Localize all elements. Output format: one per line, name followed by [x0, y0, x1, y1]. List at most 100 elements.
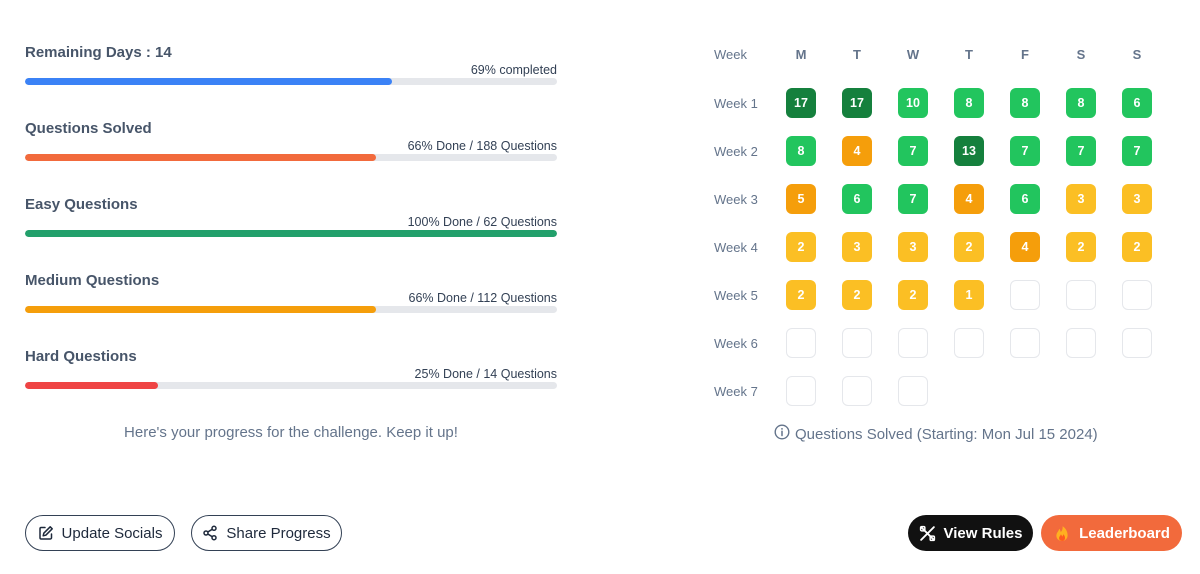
calendar-cell: 10 [898, 88, 928, 118]
calendar-cell: 8 [786, 136, 816, 166]
leaderboard-label: Leaderboard [1079, 524, 1170, 542]
calendar-cell: 8 [1010, 88, 1040, 118]
progress-title: Medium Questions [25, 272, 160, 289]
calendar-cell [1122, 280, 1152, 310]
update-socials-button[interactable]: Update Socials [25, 515, 175, 551]
calendar-caption: Questions Solved (Starting: Mon Jul 15 2… [774, 424, 1098, 444]
calendar-cell: 2 [1122, 232, 1152, 262]
calendar-cell: 5 [786, 184, 816, 214]
calendar-cell: 6 [1010, 184, 1040, 214]
progress-block: Remaining Days : 14 69% completed [25, 44, 557, 86]
progress-fill [25, 306, 377, 313]
progress-block: Hard Questions 25% Done / 14 Questions [25, 348, 557, 390]
view-rules-label: View Rules [943, 524, 1023, 542]
calendar-cell [1066, 280, 1096, 310]
progress-title: Hard Questions [25, 348, 137, 365]
update-socials-label: Update Socials [61, 524, 163, 542]
calendar-cell: 4 [954, 184, 984, 214]
progress-subtitle: 69% completed [470, 63, 557, 77]
progress-fill [25, 230, 557, 237]
calendar-caption-text: Questions Solved (Starting: Mon Jul 15 2… [795, 425, 1098, 443]
calendar-cell: 2 [842, 280, 872, 310]
week-label: Week 2 [714, 144, 758, 159]
week-label: Week 4 [714, 240, 758, 255]
week-label: Week 3 [714, 192, 758, 207]
progress-fill [25, 382, 158, 389]
calendar-cell [786, 376, 816, 406]
progress-subtitle: 100% Done / 62 Questions [407, 215, 557, 229]
leaderboard-button[interactable]: Leaderboard [1041, 515, 1182, 551]
calendar-cell [954, 328, 984, 358]
share-progress-button[interactable]: Share Progress [191, 515, 342, 551]
calendar-cell: 7 [898, 136, 928, 166]
calendar-cell: 2 [786, 280, 816, 310]
calendar-cell: 17 [842, 88, 872, 118]
week-label: Week 7 [714, 384, 758, 399]
calendar-cell: 3 [842, 232, 872, 262]
calendar-cell: 13 [954, 136, 984, 166]
calendar-day-header: W [906, 47, 920, 62]
progress-fill [25, 154, 377, 161]
progress-track [25, 154, 557, 161]
progress-block: Easy Questions 100% Done / 62 Questions [25, 196, 557, 238]
progress-block: Questions Solved 66% Done / 188 Questions [25, 120, 557, 162]
calendar-cell: 8 [1066, 88, 1096, 118]
progress-track [25, 306, 557, 313]
calendar-cell: 6 [842, 184, 872, 214]
calendar-day-header: F [1021, 47, 1029, 62]
calendar-cell: 2 [898, 280, 928, 310]
calendar-cell: 1 [954, 280, 984, 310]
calendar-cell: 6 [1122, 88, 1152, 118]
calendar-cell: 4 [1010, 232, 1040, 262]
calendar-cell [1010, 328, 1040, 358]
calendar-cell: 2 [954, 232, 984, 262]
calendar-cell: 3 [1066, 184, 1096, 214]
progress-subtitle: 66% Done / 188 Questions [407, 139, 557, 153]
progress-title: Easy Questions [25, 196, 138, 213]
calendar-cell: 7 [1122, 136, 1152, 166]
calendar-day-header: S [1076, 47, 1086, 62]
calendar-cell: 2 [1066, 232, 1096, 262]
calendar-cell: 7 [898, 184, 928, 214]
progress-subtitle: 25% Done / 14 Questions [414, 367, 557, 381]
calendar-day-header: S [1132, 47, 1142, 62]
share-progress-label: Share Progress [226, 524, 331, 542]
calendar-day-header: T [853, 47, 861, 62]
progress-fill [25, 78, 393, 85]
calendar-cell [898, 376, 928, 406]
encouragement-text: Here's your progress for the challenge. … [124, 424, 458, 441]
progress-track [25, 78, 557, 85]
share-icon [202, 525, 218, 541]
week-label: Week 6 [714, 336, 758, 351]
calendar-cell: 3 [898, 232, 928, 262]
edit-icon [38, 525, 54, 541]
calendar-cell: 7 [1066, 136, 1096, 166]
fire-icon [1053, 524, 1071, 542]
calendar-cell: 17 [786, 88, 816, 118]
calendar-cell [1122, 328, 1152, 358]
tools-icon [919, 525, 936, 542]
calendar-day-header: M [795, 47, 807, 62]
calendar-cell [842, 328, 872, 358]
view-rules-button[interactable]: View Rules [908, 515, 1033, 551]
calendar-cell [1066, 328, 1096, 358]
week-label: Week 5 [714, 288, 758, 303]
progress-subtitle: 66% Done / 112 Questions [408, 291, 557, 305]
calendar-cell [786, 328, 816, 358]
calendar-day-header: T [965, 47, 973, 62]
calendar-cell [842, 376, 872, 406]
calendar-cell: 7 [1010, 136, 1040, 166]
calendar-cell: 8 [954, 88, 984, 118]
progress-track [25, 230, 557, 237]
calendar-cell: 4 [842, 136, 872, 166]
progress-track [25, 382, 557, 389]
progress-title: Questions Solved [25, 120, 152, 137]
info-icon [774, 424, 790, 444]
progress-block: Medium Questions 66% Done / 112 Questions [25, 272, 557, 314]
progress-title: Remaining Days : 14 [25, 44, 172, 61]
calendar-week-header: Week [714, 47, 747, 62]
calendar-cell [898, 328, 928, 358]
calendar-cell [1010, 280, 1040, 310]
calendar-cell: 2 [786, 232, 816, 262]
calendar-cell: 3 [1122, 184, 1152, 214]
